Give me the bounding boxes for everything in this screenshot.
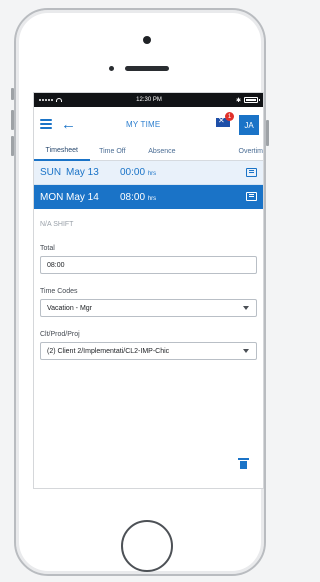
day-of-week: MON	[40, 191, 64, 203]
status-time: 12:30 PM	[136, 97, 162, 103]
tab-time-off[interactable]: Time Off	[90, 141, 136, 161]
total-value: 08:00	[47, 261, 65, 269]
time-codes-value: Vacation - Mgr	[47, 304, 92, 312]
status-bar: 12:30 PM ✱	[34, 93, 263, 107]
bluetooth-icon: ✱	[235, 97, 241, 104]
note-icon[interactable]	[246, 168, 257, 177]
total-label: Total	[40, 245, 55, 252]
app-bar: ← MY TIME 1 JA	[34, 107, 263, 141]
volume-down-button	[11, 136, 14, 156]
day-date: May 13	[66, 167, 99, 178]
dropdown-caret-icon	[243, 306, 249, 310]
tab-timesheet[interactable]: Timesheet	[34, 141, 90, 161]
back-arrow-icon[interactable]: ←	[61, 117, 76, 132]
trash-icon[interactable]	[238, 458, 249, 469]
time-codes-select[interactable]: Vacation - Mgr	[40, 299, 257, 317]
day-hours: 00:00 hrs	[120, 167, 157, 178]
volume-up-button	[11, 110, 14, 130]
earpiece-speaker	[125, 66, 169, 71]
battery-icon	[244, 97, 260, 103]
project-label: Clt/Prod/Proj	[40, 331, 80, 338]
day-row-sunday[interactable]: SUN May 13 00:00 hrs	[34, 161, 263, 185]
day-date: May 14	[66, 191, 99, 203]
note-icon[interactable]	[246, 192, 257, 201]
project-value: (2) Client 2/Implementati/CL2-IMP-Chic	[47, 347, 170, 355]
day-of-week: SUN	[40, 167, 62, 178]
avatar[interactable]: JA	[239, 115, 259, 135]
front-camera	[143, 36, 151, 44]
signal-area	[39, 98, 62, 102]
tab-absence[interactable]: Absence	[135, 141, 189, 161]
proximity-sensor	[109, 66, 114, 71]
phone-screen: 12:30 PM ✱ ← MY TIME 1 JA Timesheet Time…	[33, 92, 264, 489]
notification-badge: 1	[225, 112, 234, 121]
signal-strength-icon	[39, 99, 53, 101]
shift-label: N/A SHIFT	[40, 221, 74, 228]
total-field[interactable]: 08:00	[40, 256, 257, 274]
message-icon[interactable]: 1	[216, 112, 234, 127]
page-title: MY TIME	[126, 119, 161, 129]
dropdown-caret-icon	[243, 349, 249, 353]
day-hours: 08:00 hrs	[120, 191, 157, 203]
power-button	[266, 120, 269, 146]
wifi-icon	[56, 98, 62, 102]
project-select[interactable]: (2) Client 2/Implementati/CL2-IMP-Chic	[40, 342, 257, 360]
hamburger-icon[interactable]	[40, 119, 52, 129]
home-button[interactable]	[121, 520, 173, 572]
day-row-monday[interactable]: MON May 14 08:00 hrs	[34, 185, 263, 209]
mute-switch	[11, 88, 14, 100]
status-right: ✱	[235, 97, 260, 104]
tab-bar: Timesheet Time Off Absence Overtim	[34, 141, 263, 161]
time-codes-label: Time Codes	[40, 288, 78, 295]
tab-overtime[interactable]: Overtim	[189, 141, 264, 161]
day-detail-panel: N/A SHIFT Total 08:00 Time Codes Vacatio…	[34, 221, 263, 360]
